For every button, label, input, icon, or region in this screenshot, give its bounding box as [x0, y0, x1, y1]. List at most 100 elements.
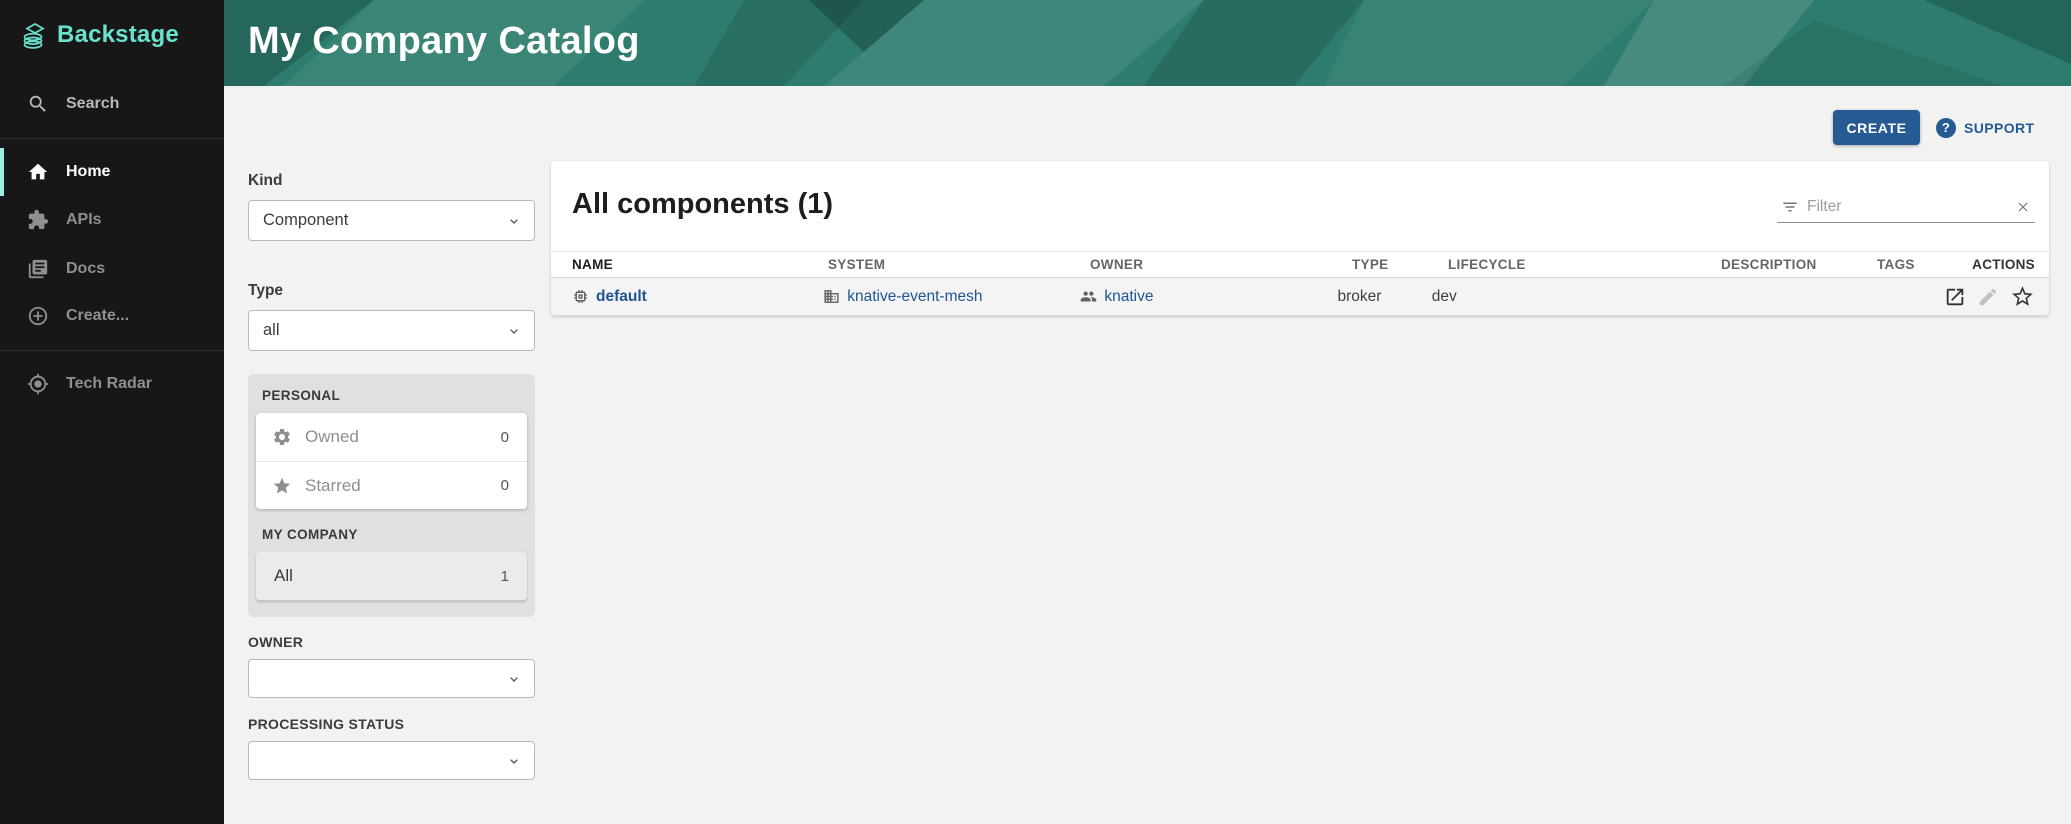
support-button[interactable]: ? SUPPORT: [1936, 110, 2034, 145]
sidebar-item-label: APIs: [66, 211, 102, 229]
sidebar-item-label: Search: [66, 95, 119, 113]
table-column-headers: NAME SYSTEM OWNER TYPE LIFECYCLE DESCRIP…: [551, 251, 2049, 278]
sidebar-item-search[interactable]: Search: [0, 80, 224, 128]
chevron-down-icon: [506, 671, 522, 687]
all-filter-item[interactable]: All 1: [256, 552, 527, 601]
all-count: 1: [501, 568, 509, 585]
table-title: All components (1): [572, 188, 833, 221]
type-filter: Type all: [248, 282, 535, 351]
backstage-logo-icon: [22, 20, 48, 50]
starred-count: 0: [501, 477, 509, 494]
support-label: SUPPORT: [1964, 120, 2034, 136]
components-table-card: All components (1) NAME SYSTEM OWNER TYP…: [551, 161, 2049, 316]
system-cell: knative-event-mesh: [823, 288, 1080, 306]
puzzle-icon: [27, 209, 49, 231]
owner-label: OWNER: [248, 634, 535, 650]
chip-icon: [572, 288, 589, 305]
kind-select[interactable]: Component: [248, 200, 535, 241]
table-filter-input[interactable]: [1807, 198, 2007, 216]
star-border-icon: [2010, 284, 2035, 309]
chevron-down-icon: [506, 213, 522, 229]
close-icon: [2015, 199, 2031, 215]
sidebar-item-home[interactable]: Home: [0, 148, 224, 196]
edit-button[interactable]: [1977, 286, 1999, 308]
type-select[interactable]: all: [248, 310, 535, 351]
radar-icon: [27, 373, 49, 395]
sidebar: Backstage Search Home APIs Docs Create..…: [0, 0, 224, 824]
sidebar-item-docs[interactable]: Docs: [0, 245, 224, 293]
star-icon: [272, 476, 292, 496]
chevron-down-icon: [506, 323, 522, 339]
home-icon: [27, 161, 49, 183]
personal-section-title: PERSONAL: [262, 388, 527, 403]
search-icon: [27, 93, 49, 115]
entity-name: default: [596, 288, 647, 306]
backstage-app: Backstage Search Home APIs Docs Create..…: [0, 0, 2071, 824]
add-circle-icon: [27, 305, 49, 327]
star-button[interactable]: [2010, 284, 2035, 309]
brand-name: Backstage: [57, 21, 179, 49]
sidebar-divider: [0, 138, 224, 139]
table-row: default knative-event-mesh knative broke…: [551, 278, 2049, 316]
owner-name: knative: [1104, 288, 1153, 306]
column-header-lifecycle[interactable]: LIFECYCLE: [1448, 257, 1721, 272]
column-header-owner[interactable]: OWNER: [1090, 257, 1352, 272]
column-header-description[interactable]: DESCRIPTION: [1721, 257, 1877, 272]
column-header-tags[interactable]: TAGS: [1877, 257, 1970, 272]
page-title: My Company Catalog: [248, 20, 640, 63]
entity-name-cell: default: [572, 288, 823, 306]
type-label: Type: [248, 282, 535, 300]
owner-link[interactable]: knative: [1080, 288, 1337, 306]
starred-filter-item[interactable]: Starred 0: [256, 461, 527, 509]
lifecycle-cell: dev: [1432, 288, 1700, 306]
system-link[interactable]: knative-event-mesh: [823, 288, 1080, 306]
sidebar-item-label: Create...: [66, 307, 129, 325]
processing-status-filter: PROCESSING STATUS: [248, 716, 535, 780]
docs-icon: [27, 258, 49, 280]
kind-select-value: Component: [263, 211, 348, 230]
owned-count: 0: [501, 429, 509, 446]
edit-icon: [1977, 286, 1999, 308]
owned-filter-item[interactable]: Owned 0: [256, 413, 527, 461]
column-header-system[interactable]: SYSTEM: [828, 257, 1090, 272]
open-in-new-icon: [1944, 286, 1966, 308]
sidebar-item-label: Home: [66, 163, 110, 181]
column-header-type[interactable]: TYPE: [1352, 257, 1448, 272]
gear-icon: [272, 427, 292, 447]
chevron-down-icon: [506, 753, 522, 769]
sidebar-item-label: Docs: [66, 260, 105, 278]
kind-filter: Kind Component: [248, 172, 535, 241]
processing-status-select[interactable]: [248, 741, 535, 780]
all-label: All: [274, 566, 293, 586]
sidebar-item-label: Tech Radar: [66, 375, 152, 393]
main-content: CREATE ? SUPPORT Kind Component Type all…: [224, 86, 2071, 824]
system-icon: [823, 288, 840, 305]
system-name: knative-event-mesh: [847, 288, 982, 306]
create-button[interactable]: CREATE: [1833, 110, 1920, 145]
help-icon: ?: [1936, 118, 1956, 138]
personal-filter-card: Owned 0 Starred 0: [256, 413, 527, 509]
table-filter-control: [1777, 191, 2035, 223]
type-select-value: all: [263, 321, 280, 340]
sidebar-item-apis[interactable]: APIs: [0, 196, 224, 244]
clear-filter-button[interactable]: [2015, 199, 2031, 215]
entity-name-link[interactable]: default: [572, 288, 823, 306]
company-section-title: MY COMPANY: [262, 527, 527, 542]
sidebar-item-tech-radar[interactable]: Tech Radar: [0, 360, 224, 408]
column-header-name[interactable]: NAME: [572, 257, 828, 272]
actions-cell: [1944, 284, 2049, 309]
filter-list-icon: [1781, 198, 1799, 216]
sidebar-divider: [0, 350, 224, 351]
column-header-actions: ACTIONS: [1970, 257, 2049, 272]
ownership-filter-box: PERSONAL Owned 0 Starred 0 MY COMPANY Al…: [248, 374, 535, 617]
sidebar-item-create[interactable]: Create...: [0, 292, 224, 340]
owned-label: Owned: [305, 427, 359, 447]
page-header: My Company Catalog: [224, 0, 2071, 86]
kind-label: Kind: [248, 172, 535, 190]
owner-select[interactable]: [248, 659, 535, 698]
open-in-new-button[interactable]: [1944, 286, 1966, 308]
owner-filter: OWNER: [248, 634, 535, 698]
group-icon: [1080, 288, 1097, 305]
processing-status-label: PROCESSING STATUS: [248, 716, 535, 732]
backstage-logo[interactable]: Backstage: [22, 20, 179, 50]
